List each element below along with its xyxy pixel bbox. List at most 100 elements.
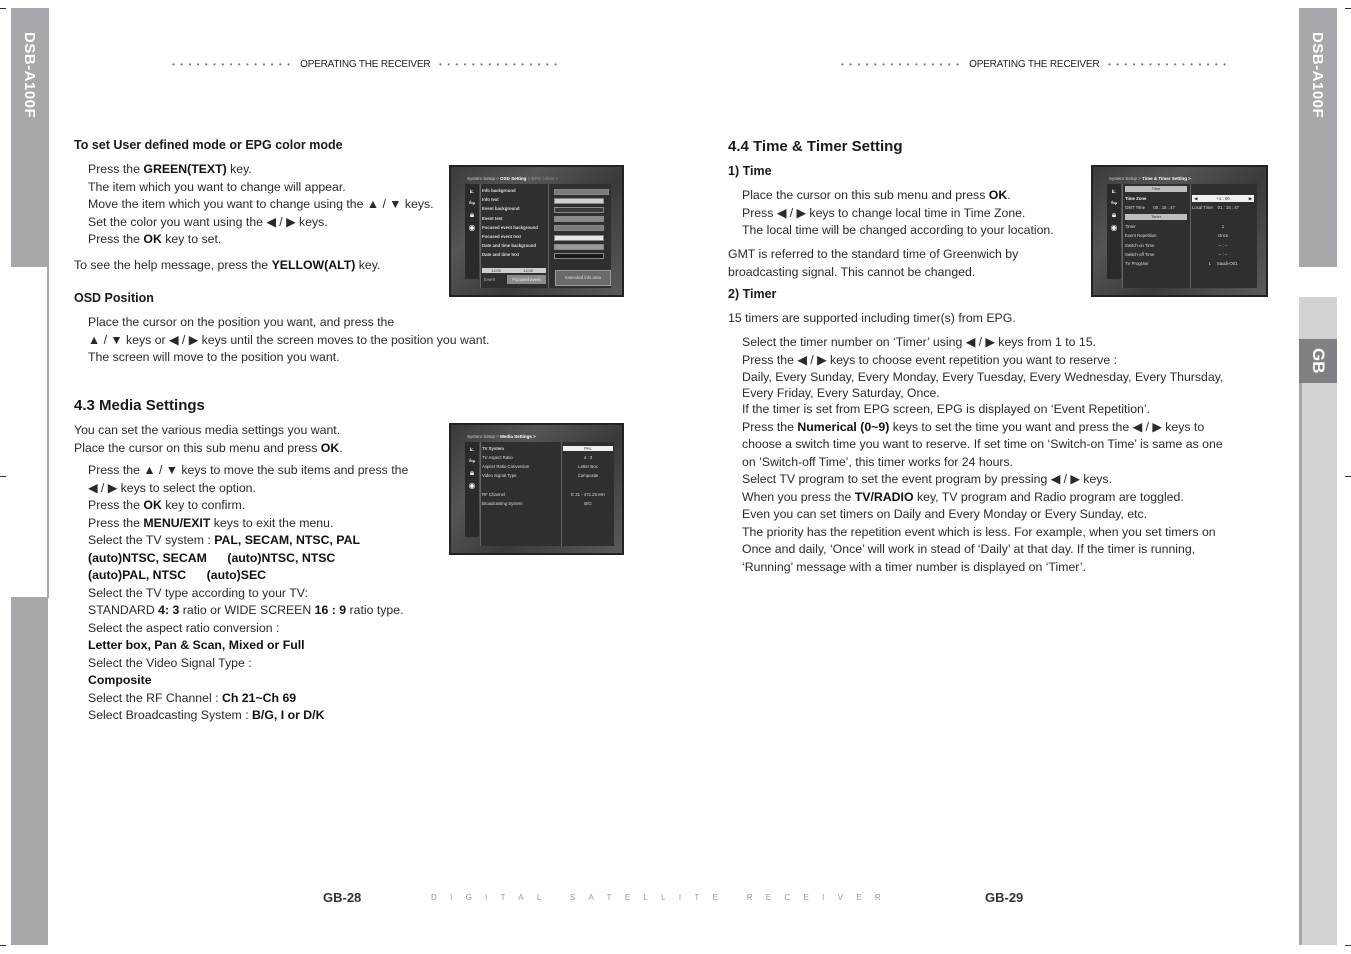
text-line: If the timer is set from EPG screen, EPG… — [742, 402, 1151, 416]
help-message-line: To see the help message, press the YELLO… — [74, 258, 381, 272]
timer-field-label: Switch-on Time — [1125, 242, 1155, 248]
event-cell: Event — [484, 277, 495, 282]
crop-mark — [0, 8, 6, 9]
language-tab-gb: GB — [1299, 339, 1337, 383]
gmt-note: GMT is referred to the standard time of … — [728, 246, 1018, 281]
running-head-left: • • • • • • • • • • • • • • • OPERATING … — [172, 59, 559, 70]
timer-field-value: -- : -- — [1218, 251, 1228, 257]
text-line: You can set the various media settings y… — [74, 423, 341, 437]
timer-count: 15 timers are supported including timer(… — [728, 311, 1016, 325]
epg-color-item: Info background — [482, 188, 516, 193]
epg-color-heading: To set User defined mode or EPG color mo… — [74, 138, 343, 152]
text-line: ▲ / ▼ keys or ◀ / ▶ keys until the scree… — [88, 332, 490, 347]
text-line: When you press the TV/RADIO key, TV prog… — [742, 489, 1184, 504]
text-line: Select Broadcasting System : B/G, I or D… — [88, 708, 325, 722]
crop-mark — [1345, 945, 1351, 946]
text-line: (auto)PAL, NTSC (auto)SEC — [88, 568, 267, 582]
media-intro: You can set the various media settings y… — [74, 422, 343, 457]
right-side-tab: DSB-A100F — [1299, 8, 1337, 267]
left-side-tab: DSB-A100F — [11, 8, 48, 267]
timer-field-value: 1 — [1221, 224, 1225, 229]
text-line: ◀ / ▶ keys to select the option. — [88, 480, 256, 495]
epg-colors-screenshot: System Setup > OSD Setting > EPG colors … — [449, 165, 624, 297]
left-side-rule — [47, 8, 49, 598]
text-line: Select the timer number on ‘Timer’ using… — [742, 335, 1097, 349]
text-line: Press the MENU/EXIT keys to exit the men… — [88, 515, 334, 530]
media-setting-value: Composite — [577, 473, 599, 478]
step-line: Move the item which you want to change u… — [88, 197, 434, 211]
text-line: Press the ▲ / ▼ keys to move the sub ite… — [88, 463, 409, 477]
antenna-icon: ⇋ — [468, 198, 476, 207]
media-setting-label: TV System — [482, 446, 504, 451]
screen-icon-column: ⟀ ⇋ 🔒︎ ◉ — [465, 442, 479, 537]
crop-mark — [0, 945, 6, 946]
text-line: Select the RF Channel : Ch 21~Ch 69 — [88, 690, 297, 705]
color-swatch — [554, 188, 609, 195]
right-tab-light-block — [1299, 297, 1337, 339]
text-line: Letter box, Pan & Scan, Mixed or Full — [88, 638, 305, 652]
epg-color-item: Info text — [482, 197, 499, 203]
epg-color-item: Focused event text — [482, 234, 521, 239]
text-line: broadcasting signal. This cannot be chan… — [728, 264, 976, 279]
text-line: Press the ◀ / ▶ keys to choose event rep… — [742, 352, 1118, 367]
crop-mark — [0, 476, 6, 477]
media-setting-value: Letter Box — [578, 464, 598, 469]
osd-position-text: Place the cursor on the position you wan… — [88, 314, 489, 367]
time-timer-screenshot: System Setup > Time & Timer Setting > ⟀ … — [1091, 165, 1268, 297]
disc-icon: ◉ — [1110, 223, 1118, 232]
gmt-time-readout: GMT Time 00 : 15 : 47 — [1125, 205, 1175, 210]
text-line: Select the Video Signal Type : — [88, 655, 252, 670]
timer-field-label: Event Repetition — [1125, 233, 1157, 239]
language-label: GB — [1309, 348, 1328, 374]
epg-color-item: Event text — [482, 215, 503, 221]
time-label: 13:30 — [523, 268, 534, 273]
lock-icon: 🔒︎ — [469, 468, 475, 477]
antenna-icon: ⇋ — [1110, 198, 1118, 207]
media-setting-label: RF Channel — [482, 492, 505, 497]
running-head-text: OPERATING THE RECEIVER — [300, 59, 431, 70]
time-timer-heading: 4.4 Time & Timer Setting — [728, 138, 903, 155]
disc-icon: ◉ — [468, 223, 476, 232]
dot-leader: • • • • • • • • • • • • • • • — [172, 60, 292, 69]
screen-breadcrumb: System Setup > Time & Timer Setting > — [1109, 176, 1191, 181]
text-line: Place the cursor on the position you wan… — [88, 315, 395, 329]
timer-field-label: TV Program — [1125, 261, 1149, 267]
running-head-right: • • • • • • • • • • • • • • • OPERATING … — [841, 59, 1228, 70]
media-setting-value: B/G — [584, 501, 592, 506]
text-line: Select the aspect ratio conversion : — [88, 620, 280, 635]
local-time-readout: Local Time 01 : 15 : 47 — [1192, 205, 1240, 210]
media-setting-label: Video Signal Type — [482, 473, 517, 478]
color-swatch — [554, 216, 604, 223]
text-line: choose a switch time you want to reserve… — [742, 437, 1223, 451]
media-setting-label: TV Aspect Ratio — [482, 455, 513, 460]
osd-position-heading: OSD Position — [74, 291, 154, 305]
media-setting-value: E 21 - 471.25 MH — [571, 492, 605, 497]
screen-breadcrumb: System Setup > OSD Setting > EPG colors … — [467, 176, 559, 181]
satellite-icon: ⟀ — [1111, 186, 1117, 195]
text-line: Once and daily, ‘Once’ will work in stea… — [742, 542, 1196, 556]
text-line: on ’Switch-off Time’, this timer works f… — [742, 454, 1014, 469]
screen-icon-column: ⟀ ⇋ 🔒︎ ◉ — [1107, 184, 1121, 279]
text-line: The screen will move to the position you… — [88, 350, 340, 364]
left-model-label: DSB-A100F — [21, 32, 38, 119]
text-line: Press the Numerical (0~9) keys to set th… — [742, 419, 1205, 434]
text-line: GMT is referred to the standard time of … — [728, 247, 1019, 261]
text-line: Every Friday, Every Saturday, Once. — [742, 386, 940, 400]
media-settings-heading: 4.3 Media Settings — [74, 397, 205, 414]
epg-color-item: Date and time text — [482, 252, 520, 258]
media-setting-label: Aspect Ratio Conversion — [482, 464, 530, 469]
timer-field-value: Once — [1217, 233, 1229, 239]
time-section-header: Time — [1125, 186, 1187, 192]
color-swatch — [554, 197, 604, 204]
screen-breadcrumb: System Setup > Media Settings > — [467, 434, 536, 439]
time-subheading: 1) Time — [728, 164, 772, 178]
dot-leader: • • • • • • • • • • • • • • • — [438, 60, 559, 69]
text-line: Select the TV type according to your TV: — [88, 585, 308, 600]
epg-color-item: Event background — [482, 206, 520, 212]
crop-mark — [1345, 476, 1351, 477]
color-swatch — [554, 225, 604, 232]
focused-event-cell: Focused event — [507, 275, 546, 284]
color-swatch — [554, 206, 604, 213]
crop-mark — [1345, 8, 1351, 9]
time-steps: Place the cursor on this sub menu and pr… — [742, 187, 1054, 240]
